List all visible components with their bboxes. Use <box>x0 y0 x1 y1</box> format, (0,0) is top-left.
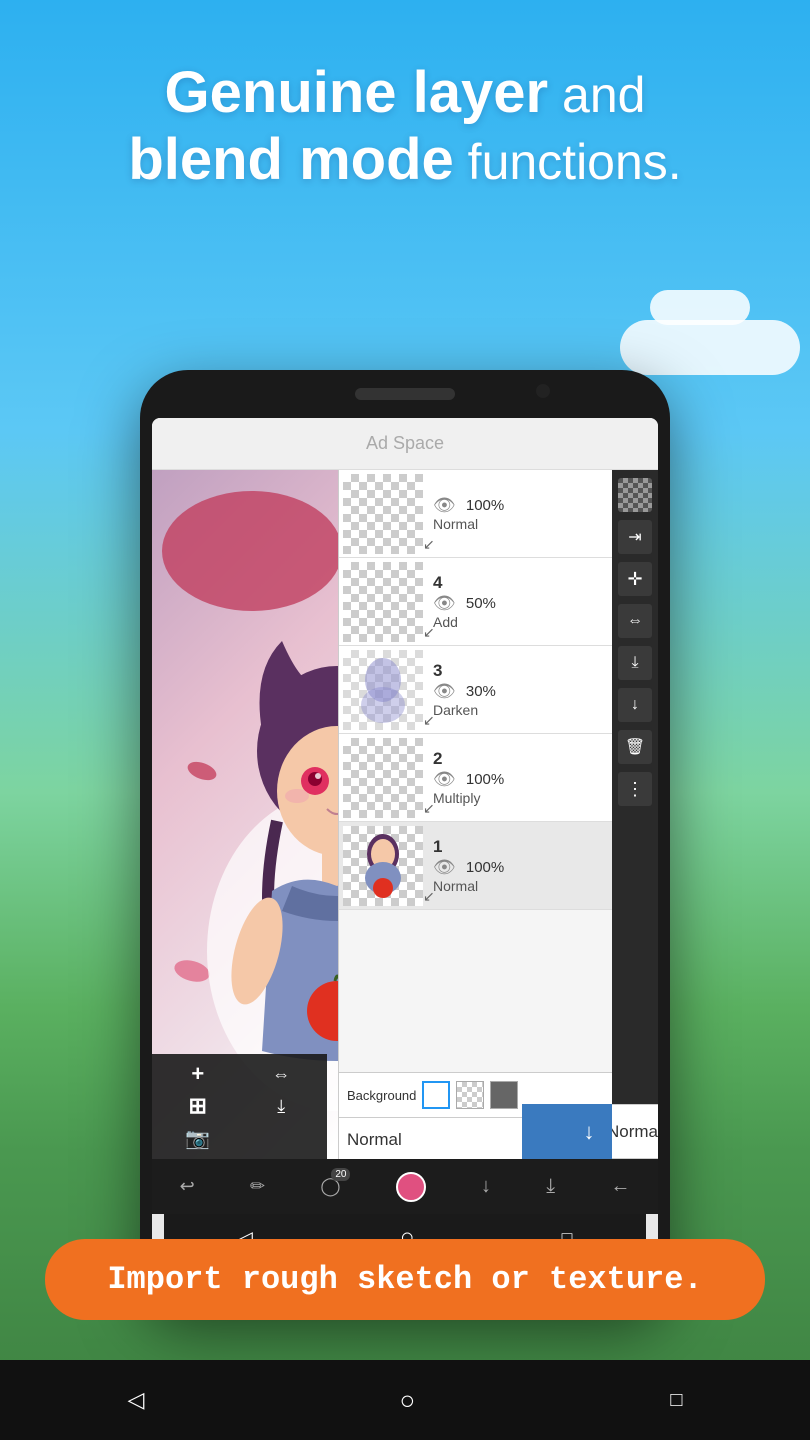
merge-down-icon[interactable]: ⤓ <box>618 646 652 680</box>
phone-speaker <box>355 388 455 400</box>
cloud-2 <box>650 290 750 325</box>
orange-banner: Import rough sketch or texture. <box>45 1239 765 1320</box>
phone-frame: Ad Space <box>140 370 670 1310</box>
system-nav: ◁ ○ □ <box>0 1360 810 1440</box>
headline-light-2: functions. <box>454 134 682 190</box>
add-below-btn[interactable]: ⊞ <box>157 1091 239 1121</box>
headline: Genuine layer and blend mode functions. <box>0 60 810 193</box>
down-tool[interactable]: ↓ <box>481 1175 491 1198</box>
layer-move-1: ↙ <box>423 888 435 905</box>
normal-blend-label: Normal <box>607 1122 658 1142</box>
layer-opacity-4: 50% <box>466 595 496 612</box>
cloud-1 <box>620 320 800 375</box>
add-layer-btn[interactable]: + <box>157 1059 239 1089</box>
layer-thumb-1 <box>343 826 423 906</box>
sys-recent-btn[interactable]: □ <box>670 1389 682 1412</box>
bg-label: Background <box>347 1088 416 1103</box>
mini-toolbar: + ⇔ ⊞ ⤓ 📷 <box>152 1054 327 1159</box>
bg-checker-swatch[interactable] <box>456 1081 484 1109</box>
layer-opacity-3: 30% <box>466 683 496 700</box>
import-icon[interactable]: ⇥ <box>618 520 652 554</box>
camera-btn[interactable]: 📷 <box>157 1124 239 1154</box>
sys-home-btn[interactable]: ○ <box>400 1385 416 1416</box>
layer-opacity-1: 100% <box>466 859 504 876</box>
layer-move-4: ↙ <box>423 624 435 641</box>
delete-icon[interactable]: 🗑 <box>618 730 652 764</box>
eye-icon-4[interactable]: 👁 <box>433 593 456 614</box>
layer-row-3[interactable]: 3 👁 30% Darken ↙ <box>339 646 658 734</box>
layer-thumb-3 <box>343 650 423 730</box>
brush-tool[interactable]: ✏ <box>250 1176 265 1197</box>
right-icons-panel: ⇥ ✛ ⇔ ⤓ ↓ 🗑 ⋮ <box>612 470 658 1159</box>
more-icon[interactable]: ⋮ <box>618 772 652 806</box>
ad-bar: Ad Space <box>152 418 658 470</box>
layer-thumb-top <box>343 474 423 554</box>
bg-dark-swatch[interactable] <box>490 1081 518 1109</box>
headline-bold-1: Genuine layer <box>165 60 549 125</box>
layer-thumb-4 <box>343 562 423 642</box>
phone-camera <box>536 384 550 398</box>
headline-light-1: and <box>548 67 645 123</box>
layers-panel: 👁 100% Normal ↙ 4 👁 50% Add <box>338 470 658 1172</box>
brush-size-btn[interactable]: ◯ 20 <box>320 1176 340 1197</box>
checker-icon[interactable] <box>618 478 652 512</box>
undo-tool[interactable]: ↩ <box>180 1176 195 1197</box>
layer-opacity-top: 100% <box>466 497 504 514</box>
layer-scroll-down[interactable]: ↓ <box>566 1104 612 1159</box>
flip-icon[interactable]: ⇔ <box>618 604 652 638</box>
layer-move-top: ↙ <box>423 536 435 553</box>
layer-row-2[interactable]: 2 👁 100% Multiply ↙ <box>339 734 658 822</box>
flip-h-btn[interactable]: ⇔ <box>241 1059 323 1089</box>
layer-row-4[interactable]: 4 👁 50% Add ↙ <box>339 558 658 646</box>
orange-banner-text: Import rough sketch or texture. <box>107 1261 702 1298</box>
eye-icon-3[interactable]: 👁 <box>433 681 456 702</box>
eye-icon-top[interactable]: 👁 <box>433 495 456 516</box>
layer-opacity-2: 100% <box>466 771 504 788</box>
back-tool[interactable]: ← <box>610 1175 630 1198</box>
layer-move-3: ↙ <box>423 712 435 729</box>
phone-screen: Ad Space <box>152 418 658 1262</box>
sys-back-btn[interactable]: ◁ <box>128 1387 145 1413</box>
eye-icon-1[interactable]: 👁 <box>433 857 456 878</box>
headline-text: Genuine layer and blend mode functions. <box>40 60 770 193</box>
move-icon[interactable]: ✛ <box>618 562 652 596</box>
layer-row-top[interactable]: 👁 100% Normal ↙ <box>339 470 658 558</box>
down-arrow-icon[interactable]: ↓ <box>618 688 652 722</box>
double-down-tool[interactable]: ⤓ <box>546 1175 555 1198</box>
layer-thumb-2 <box>343 738 423 818</box>
layer-scroll-icon: ↓ <box>584 1119 595 1145</box>
bg-white-swatch[interactable] <box>422 1081 450 1109</box>
drawing-toolbar: ↩ ✏ ◯ 20 ↓ ⤓ ← <box>152 1159 658 1214</box>
ad-text: Ad Space <box>366 433 444 454</box>
merge-btn[interactable]: ⤓ <box>241 1091 323 1121</box>
headline-bold-2: blend mode <box>128 127 453 192</box>
layer-row-1[interactable]: 1 👁 100% Normal ↙ <box>339 822 658 910</box>
color-swatch[interactable] <box>396 1172 426 1202</box>
eye-icon-2[interactable]: 👁 <box>433 769 456 790</box>
layer-move-2: ↙ <box>423 800 435 817</box>
